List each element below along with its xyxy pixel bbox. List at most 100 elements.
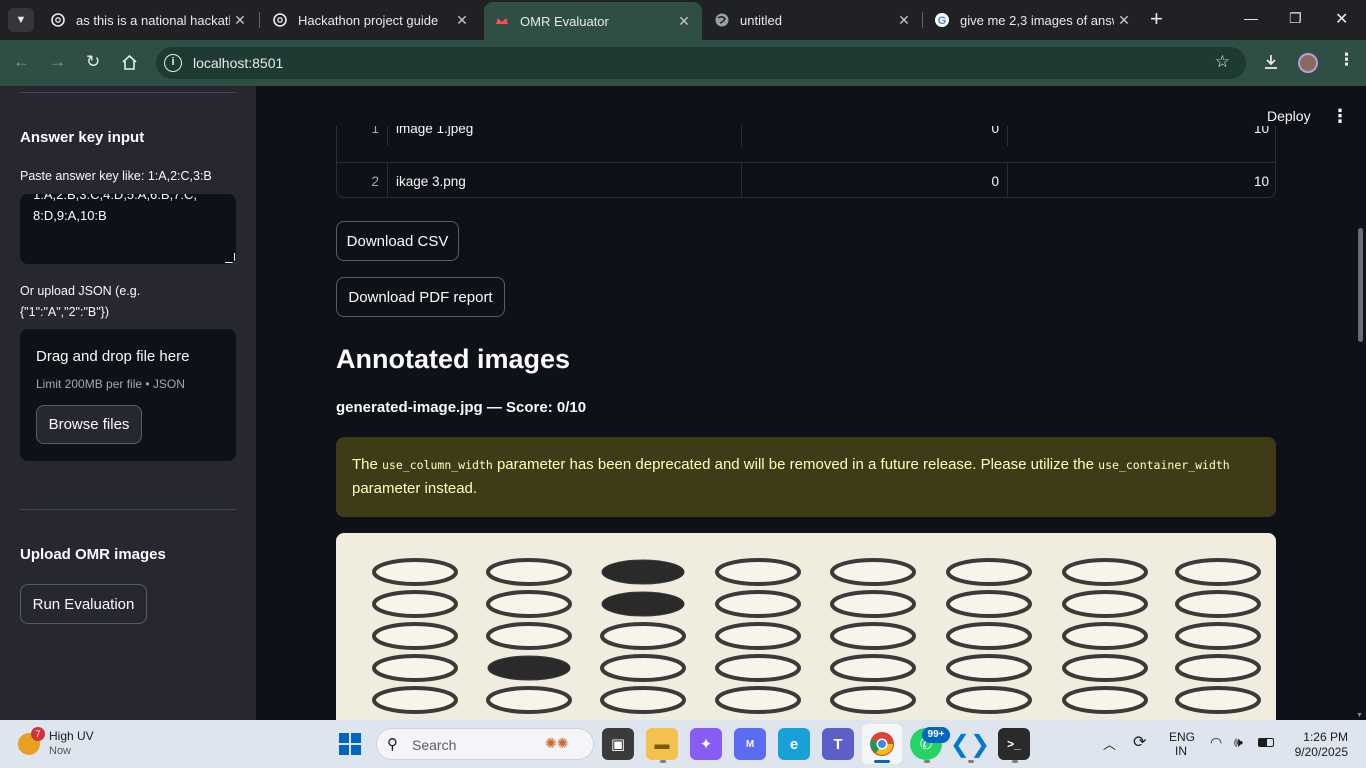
profile-avatar[interactable] xyxy=(1298,53,1318,73)
omr-bubble-sheet xyxy=(372,558,1261,714)
windows-start-icon[interactable] xyxy=(338,732,362,761)
sync-icon[interactable]: ⟳ xyxy=(1133,732,1146,752)
site-info-icon[interactable]: i xyxy=(164,54,182,72)
main-scrollbar[interactable] xyxy=(1356,86,1366,720)
new-tab-plus-icon[interactable]: + xyxy=(1150,8,1163,30)
m365-icon[interactable]: M xyxy=(734,728,766,760)
teams-icon[interactable]: T xyxy=(822,728,854,760)
download-csv-button[interactable]: Download CSV xyxy=(336,221,459,261)
terminal-icon[interactable]: >_ xyxy=(998,728,1030,760)
download-icon[interactable] xyxy=(1262,53,1280,76)
paste-answer-key-label: Paste answer key like: 1:A,2:C,3:B xyxy=(20,169,212,183)
clock[interactable]: 1:26 PM 9/20/2025 xyxy=(1286,730,1348,760)
battery-icon[interactable] xyxy=(1258,738,1274,747)
empty-bubble xyxy=(1175,686,1261,714)
taskbar-search-box[interactable]: ⚲ Search ✺✺ xyxy=(376,728,594,760)
empty-bubble xyxy=(946,686,1032,714)
results-table: 1 image 1.jpeg 0 10 2 ikage 3.png 0 10 xyxy=(336,126,1276,198)
dropzone-limit: Limit 200MB per file • JSON xyxy=(36,377,185,391)
browser-menu-icon[interactable]: ⋮ xyxy=(1338,50,1355,70)
streamlit-crown-icon xyxy=(494,13,510,29)
empty-bubble xyxy=(715,622,801,650)
omnibox[interactable]: i localhost:8501 ☆ xyxy=(156,47,1246,79)
scrollbar-thumb[interactable] xyxy=(1358,228,1363,342)
weather-badge: 7 xyxy=(31,727,45,741)
tab-2[interactable]: Hackathon project guide ✕ xyxy=(262,0,480,40)
scroll-down-arrow-icon[interactable]: ▼ xyxy=(1356,712,1363,719)
tab-title: untitled xyxy=(740,12,782,28)
deploy-button[interactable]: Deploy xyxy=(1267,108,1311,124)
home-icon[interactable] xyxy=(121,54,138,76)
whatsapp-badge: 99+ xyxy=(922,727,950,743)
tab-4[interactable]: untitled ✕ xyxy=(704,0,922,40)
restore-icon[interactable]: ❐ xyxy=(1289,10,1302,27)
empty-bubble xyxy=(486,622,572,650)
empty-bubble xyxy=(372,590,458,618)
search-placeholder: Search xyxy=(412,737,457,753)
reload-icon[interactable]: ↻ xyxy=(86,52,100,72)
close-window-icon[interactable]: ✕ xyxy=(1335,9,1348,29)
tab-3-active[interactable]: OMR Evaluator ✕ xyxy=(484,2,702,40)
language-indicator[interactable]: ENG IN xyxy=(1169,730,1195,758)
empty-bubble xyxy=(486,686,572,714)
code-use-container-width: use_container_width xyxy=(1098,458,1230,472)
search-icon: ⚲ xyxy=(387,736,398,753)
empty-bubble xyxy=(830,558,916,586)
empty-bubble xyxy=(1175,558,1261,586)
empty-bubble xyxy=(372,622,458,650)
close-tab-icon[interactable]: ✕ xyxy=(894,12,914,29)
empty-bubble xyxy=(1062,590,1148,618)
run-evaluation-button[interactable]: Run Evaluation xyxy=(20,584,147,624)
close-tab-icon[interactable]: ✕ xyxy=(1114,12,1134,29)
edge-icon[interactable]: e xyxy=(778,728,810,760)
browser-tab-strip: ▼ as this is a national hackatho ✕ Hacka… xyxy=(0,0,1366,40)
wifi-icon[interactable]: ◠ xyxy=(1210,734,1222,751)
close-tab-icon[interactable]: ✕ xyxy=(230,12,250,29)
answer-key-textarea[interactable]: 1:A,2:B,3:C,4:D,5:A,6:B,7:C, 8:D,9:A,10:… xyxy=(20,194,236,264)
browse-files-button[interactable]: Browse files xyxy=(36,405,142,444)
tray-chevron-up-icon[interactable]: ︿ xyxy=(1103,734,1116,753)
deprecation-warning: The use_column_width parameter has been … xyxy=(336,437,1276,517)
textarea-line-1: 1:A,2:B,3:C,4:D,5:A,6:B,7:C, xyxy=(33,194,198,202)
tab-1[interactable]: as this is a national hackatho ✕ xyxy=(40,0,258,40)
textarea-resize-handle[interactable] xyxy=(225,253,235,263)
file-explorer-icon[interactable]: ▬ xyxy=(646,728,678,760)
forward-arrow-icon[interactable]: → xyxy=(49,52,66,72)
empty-bubble xyxy=(946,590,1032,618)
empty-bubble xyxy=(715,654,801,682)
empty-bubble xyxy=(1062,622,1148,650)
table-row: 2 ikage 3.png 0 10 xyxy=(337,163,1275,197)
chrome-icon[interactable] xyxy=(866,728,898,760)
back-arrow-icon[interactable]: ← xyxy=(13,52,30,72)
empty-bubble xyxy=(715,590,801,618)
empty-bubble xyxy=(830,654,916,682)
download-pdf-button[interactable]: Download PDF report xyxy=(336,277,505,317)
close-tab-icon[interactable]: ✕ xyxy=(674,13,694,30)
tab-title: Hackathon project guide xyxy=(298,12,439,28)
answer-key-heading: Answer key input xyxy=(20,129,145,146)
tab-5[interactable]: G give me 2,3 images of answ ✕ xyxy=(924,0,1142,40)
tab-search-dropdown-icon[interactable]: ▼ xyxy=(8,8,34,32)
weather-title[interactable]: High UV xyxy=(49,729,94,743)
json-file-dropzone[interactable]: Drag and drop file here Limit 200MB per … xyxy=(20,329,236,461)
divider xyxy=(20,509,236,510)
bookmark-star-icon[interactable]: ☆ xyxy=(1215,52,1230,72)
tab-title: give me 2,3 images of answ xyxy=(960,12,1114,28)
annotated-images-heading: Annotated images xyxy=(336,344,571,374)
url-text: localhost:8501 xyxy=(193,55,284,71)
copilot-icon[interactable]: ✦ xyxy=(690,728,722,760)
filled-bubble xyxy=(601,559,685,585)
empty-bubble xyxy=(600,686,686,714)
divider xyxy=(20,92,236,93)
task-view-icon[interactable]: ▣ xyxy=(602,728,634,760)
minimize-icon[interactable]: — xyxy=(1244,10,1258,26)
close-tab-icon[interactable]: ✕ xyxy=(452,12,472,29)
image-caption: generated-image.jpg — Score: 0/10 xyxy=(336,399,587,416)
volume-icon[interactable]: 🕪 xyxy=(1234,734,1243,751)
main-menu-icon[interactable]: ⋮ xyxy=(1331,106,1349,127)
dropzone-title: Drag and drop file here xyxy=(36,348,190,365)
empty-bubble xyxy=(1062,558,1148,586)
empty-bubble xyxy=(946,622,1032,650)
empty-bubble xyxy=(946,654,1032,682)
vscode-icon[interactable]: ❮❯ xyxy=(950,728,990,760)
